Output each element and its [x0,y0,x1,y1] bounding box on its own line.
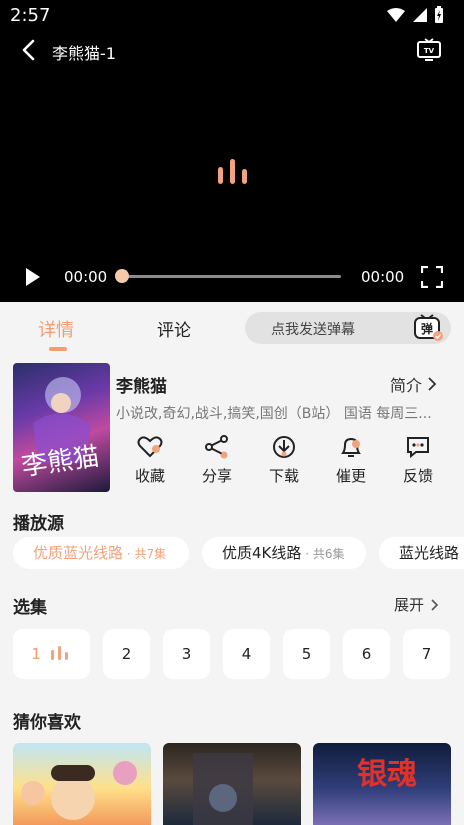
show-tags: 小说改,奇幻,战斗,搞笑,国创（B站） 国语 每周三... [116,406,432,422]
playing-bars-icon [50,646,68,660]
expand-button[interactable]: 展开 [394,594,440,615]
intro-link[interactable]: 简介 [390,372,438,396]
feedback-label: 反馈 [402,467,433,485]
source-name: 优质蓝光线路 [33,544,124,562]
progress-thumb[interactable] [115,269,129,283]
danmu-input[interactable]: 点我发送弹幕 弹 [245,312,451,344]
feedback-button[interactable]: 反馈 [388,435,448,486]
source-count: · 共6集 [301,547,345,561]
episode-item[interactable]: 7 [403,629,450,679]
source-chip[interactable]: 优质4K线路 · 共6集 [202,537,366,569]
expand-label: 展开 [394,596,425,614]
download-button[interactable]: 下载 [254,435,314,486]
status-time: 2:57 [10,5,51,26]
danmu-button-label: 弹 [421,321,433,336]
episode-number: 1 [31,645,41,663]
status-icons [386,6,444,24]
player-controls: 00:00 00:00 [0,262,464,292]
urge-update-label: 催更 [335,467,366,485]
recommend-card[interactable] [163,743,301,825]
wifi-icon [387,8,405,22]
intro-label: 简介 [390,376,423,395]
play-icon[interactable] [24,267,42,287]
source-chip[interactable]: 蓝光线路 [379,537,464,569]
source-chip-active[interactable]: 优质蓝光线路 · 共7集 [13,537,189,569]
share-icon [205,435,228,459]
episode-item[interactable]: 3 [163,629,210,679]
source-count: · 共7集 [123,547,167,561]
show-cover[interactable]: 李熊猫 [13,363,110,492]
recommend-title: 猜你喜欢 [13,713,81,733]
heart-icon [137,436,163,458]
share-button[interactable]: 分享 [187,435,247,486]
download-icon [273,436,295,458]
video-title: 李熊猫-1 [52,44,116,63]
recommend-logo: 银魂 [357,757,417,792]
show-title: 李熊猫 [116,377,167,397]
signal-icon [413,8,427,22]
tab-detail[interactable]: 详情 [38,316,74,342]
recommend-thumbnail [193,753,253,825]
svg-text:TV: TV [424,47,435,55]
recommend-card[interactable]: 银魂 [313,743,451,825]
danmu-placeholder: 点我发送弹幕 [271,322,355,338]
tv-cast-icon[interactable]: TV [416,38,442,62]
recommend-thumbnail [21,761,137,820]
feedback-icon [407,437,429,459]
episode-item[interactable]: 4 [223,629,270,679]
sources-list: 优质蓝光线路 · 共7集 优质4K线路 · 共6集 蓝光线路 [13,537,464,571]
chevron-right-icon [431,598,439,611]
action-row: 收藏 分享 下载 催更 反馈 [120,435,456,495]
sources-title: 播放源 [13,514,64,534]
recommend-card[interactable] [13,743,151,825]
video-player[interactable]: 2:57 李熊猫-1 TV 00:00 00:00 [0,0,464,302]
status-bar: 2:57 [0,0,464,30]
episode-item[interactable]: 2 [103,629,150,679]
tab-active-indicator [49,347,67,351]
danmu-send-icon[interactable]: 弹 [413,314,445,342]
progress-track[interactable] [117,275,341,278]
fullscreen-icon[interactable] [421,266,443,288]
loading-bars-icon [218,159,247,184]
back-arrow-icon[interactable] [18,38,40,62]
source-name: 优质4K线路 [222,544,302,562]
favorite-button[interactable]: 收藏 [120,435,180,486]
total-time: 00:00 [361,268,405,286]
current-time: 00:00 [64,268,108,286]
episode-list: 1 2 3 4 5 6 7 [13,629,464,681]
player-top-bar: 李熊猫-1 TV [0,34,464,66]
download-label: 下载 [268,467,299,485]
tab-bar: 详情 评论 点我发送弹幕 弹 [0,302,464,354]
share-label: 分享 [201,467,232,485]
chevron-right-icon [428,377,437,391]
episode-item-active[interactable]: 1 [13,629,90,679]
episode-item[interactable]: 6 [343,629,390,679]
urge-update-button[interactable]: 催更 [321,435,381,486]
favorite-label: 收藏 [134,467,165,485]
battery-icon [435,6,443,23]
tab-comment[interactable]: 评论 [157,316,191,341]
source-name: 蓝光线路 [399,544,460,562]
bell-icon [341,437,361,457]
episode-item[interactable]: 5 [283,629,330,679]
episodes-title: 选集 [13,598,47,618]
